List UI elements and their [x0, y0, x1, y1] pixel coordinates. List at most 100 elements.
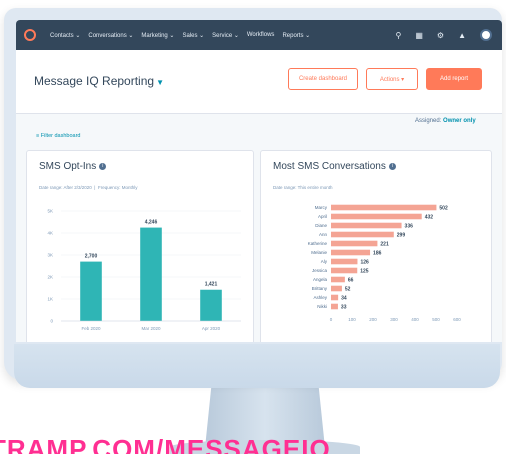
info-icon[interactable]: i: [99, 162, 107, 170]
y-tick-label: Angela: [313, 277, 328, 282]
marketplace-icon[interactable]: ▦: [415, 31, 423, 40]
x-tick-label: 500: [432, 317, 440, 322]
y-tick-label: Ann: [319, 232, 328, 237]
x-tick-label: 600: [453, 317, 461, 322]
x-tick-label: Apr 2020: [202, 326, 221, 331]
bar: [331, 267, 358, 274]
data-label: 126: [360, 259, 369, 265]
bar: [331, 276, 345, 283]
y-tick-label: 3K: [47, 253, 53, 258]
card-subtitle: Date range: After 2/3/2020 | Frequency: …: [39, 185, 138, 190]
bar: [331, 294, 339, 301]
bar: [331, 231, 394, 238]
most-sms-conversations-card: Most SMS Conversations i Date range: This…: [260, 150, 492, 342]
notifications-icon[interactable]: ▲: [458, 31, 466, 40]
bar: [331, 258, 358, 265]
y-tick-label: Katherine: [308, 241, 328, 246]
y-tick-label: Ashley: [313, 295, 327, 300]
monitor-chin: [14, 344, 500, 388]
y-tick-label: Diane: [315, 223, 327, 228]
bar: [331, 204, 437, 211]
x-tick-label: 400: [411, 317, 419, 322]
sms-opt-ins-card: SMS Opt-Ins i Date range: After 2/3/2020 …: [26, 150, 254, 342]
data-label: 66: [348, 277, 354, 283]
hubspot-logo-icon[interactable]: [24, 29, 36, 41]
x-tick-label: 200: [369, 317, 377, 322]
data-label: 33: [341, 304, 347, 310]
nav-conversations[interactable]: Conversations ⌄: [88, 32, 133, 39]
y-tick-label: Nikki: [317, 304, 327, 309]
navbar-icons: ⚲ ▦ ⚙ ▲: [395, 29, 502, 41]
y-tick-label: 2K: [47, 275, 53, 280]
nav-marketing[interactable]: Marketing ⌄: [141, 32, 174, 39]
bar: [331, 303, 338, 310]
card-title: SMS Opt-Ins i: [39, 161, 107, 172]
bar: [140, 227, 162, 321]
filter-icon: ≡: [36, 133, 40, 139]
assigned-filter[interactable]: Assigned: Owner only: [415, 118, 476, 124]
nav-reports[interactable]: Reports ⌄: [282, 32, 310, 39]
bar: [80, 261, 102, 321]
page-stage: Contacts ⌄ Conversations ⌄ Marketing ⌄ S…: [0, 0, 506, 454]
y-tick-label: Marcy: [315, 205, 328, 210]
card-title-text: SMS Opt-Ins: [39, 161, 97, 172]
data-label: 2,700: [85, 254, 98, 260]
date-range: Date range: After 2/3/2020: [39, 185, 92, 190]
data-label: 186: [373, 250, 382, 256]
y-tick-label: 1K: [47, 297, 53, 302]
bar: [331, 213, 422, 220]
y-tick-label: Aly: [321, 259, 328, 264]
bar: [331, 285, 342, 292]
x-tick-label: 300: [390, 317, 398, 322]
screen: Contacts ⌄ Conversations ⌄ Marketing ⌄ S…: [16, 20, 502, 342]
filter-label: Filter dashboard: [40, 133, 81, 139]
data-label: 502: [439, 205, 448, 211]
card-subtitle: Date range: This entire month: [273, 185, 333, 190]
x-tick-label: Feb 2020: [81, 326, 101, 331]
y-tick-label: Jessica: [312, 268, 328, 273]
data-label: 299: [397, 232, 406, 238]
avatar[interactable]: [480, 29, 492, 41]
x-tick-label: Mar 2020: [141, 326, 161, 331]
y-tick-label: 5K: [47, 209, 53, 214]
frequency: Frequency: Monthly: [97, 185, 138, 190]
most-sms-conversations-chart: 502 Marcy 432 April 336 Diane 299 Ann 221 Katheri…: [308, 204, 461, 322]
data-label: 4,246: [145, 220, 158, 226]
actions-button[interactable]: Actions ▾: [366, 68, 418, 90]
y-tick-label: April: [318, 214, 327, 219]
nav-sales[interactable]: Sales ⌄: [182, 32, 204, 39]
nav-service[interactable]: Service ⌄: [212, 32, 239, 39]
chevron-down-icon: ▼: [156, 78, 164, 87]
y-tick-label: 0: [50, 319, 53, 324]
sms-opt-ins-chart: 0 1K 2K 3K 4K 5K 2,700 Feb 2020 4,246 Mar 2020 1,4…: [47, 209, 241, 331]
info-icon[interactable]: i: [388, 162, 396, 170]
bar: [200, 289, 222, 321]
add-report-button[interactable]: Add report: [426, 68, 482, 90]
page-title[interactable]: Message IQ Reporting ▼: [34, 74, 164, 88]
data-label: 1,421: [205, 282, 218, 288]
dashboard-header: Message IQ Reporting ▼ Create dashboard A…: [16, 50, 502, 114]
settings-icon[interactable]: ⚙: [437, 31, 444, 40]
x-tick-label: 0: [330, 317, 333, 322]
y-tick-label: Melanie: [311, 250, 327, 255]
data-label: 221: [380, 241, 389, 247]
bar: [331, 240, 378, 247]
data-label: 432: [425, 214, 434, 220]
filter-dashboard-link[interactable]: ≡ Filter dashboard: [36, 133, 81, 139]
assigned-label: Assigned:: [415, 118, 442, 124]
nav-contacts[interactable]: Contacts ⌄: [50, 32, 80, 39]
assigned-value: Owner only: [443, 118, 476, 124]
search-icon[interactable]: ⚲: [395, 31, 401, 40]
card-title: Most SMS Conversations i: [273, 161, 396, 172]
create-dashboard-button[interactable]: Create dashboard: [288, 68, 358, 90]
data-label: 52: [345, 286, 351, 292]
card-title-text: Most SMS Conversations: [273, 161, 386, 172]
bar: [331, 222, 402, 229]
nav-workflows[interactable]: Workflows: [247, 32, 275, 38]
data-label: 336: [405, 223, 414, 229]
data-label: 34: [341, 295, 347, 301]
bar: [331, 249, 371, 256]
y-tick-label: 4K: [47, 231, 53, 236]
page-title-text: Message IQ Reporting: [34, 74, 155, 88]
y-tick-label: Brittany: [312, 286, 328, 291]
